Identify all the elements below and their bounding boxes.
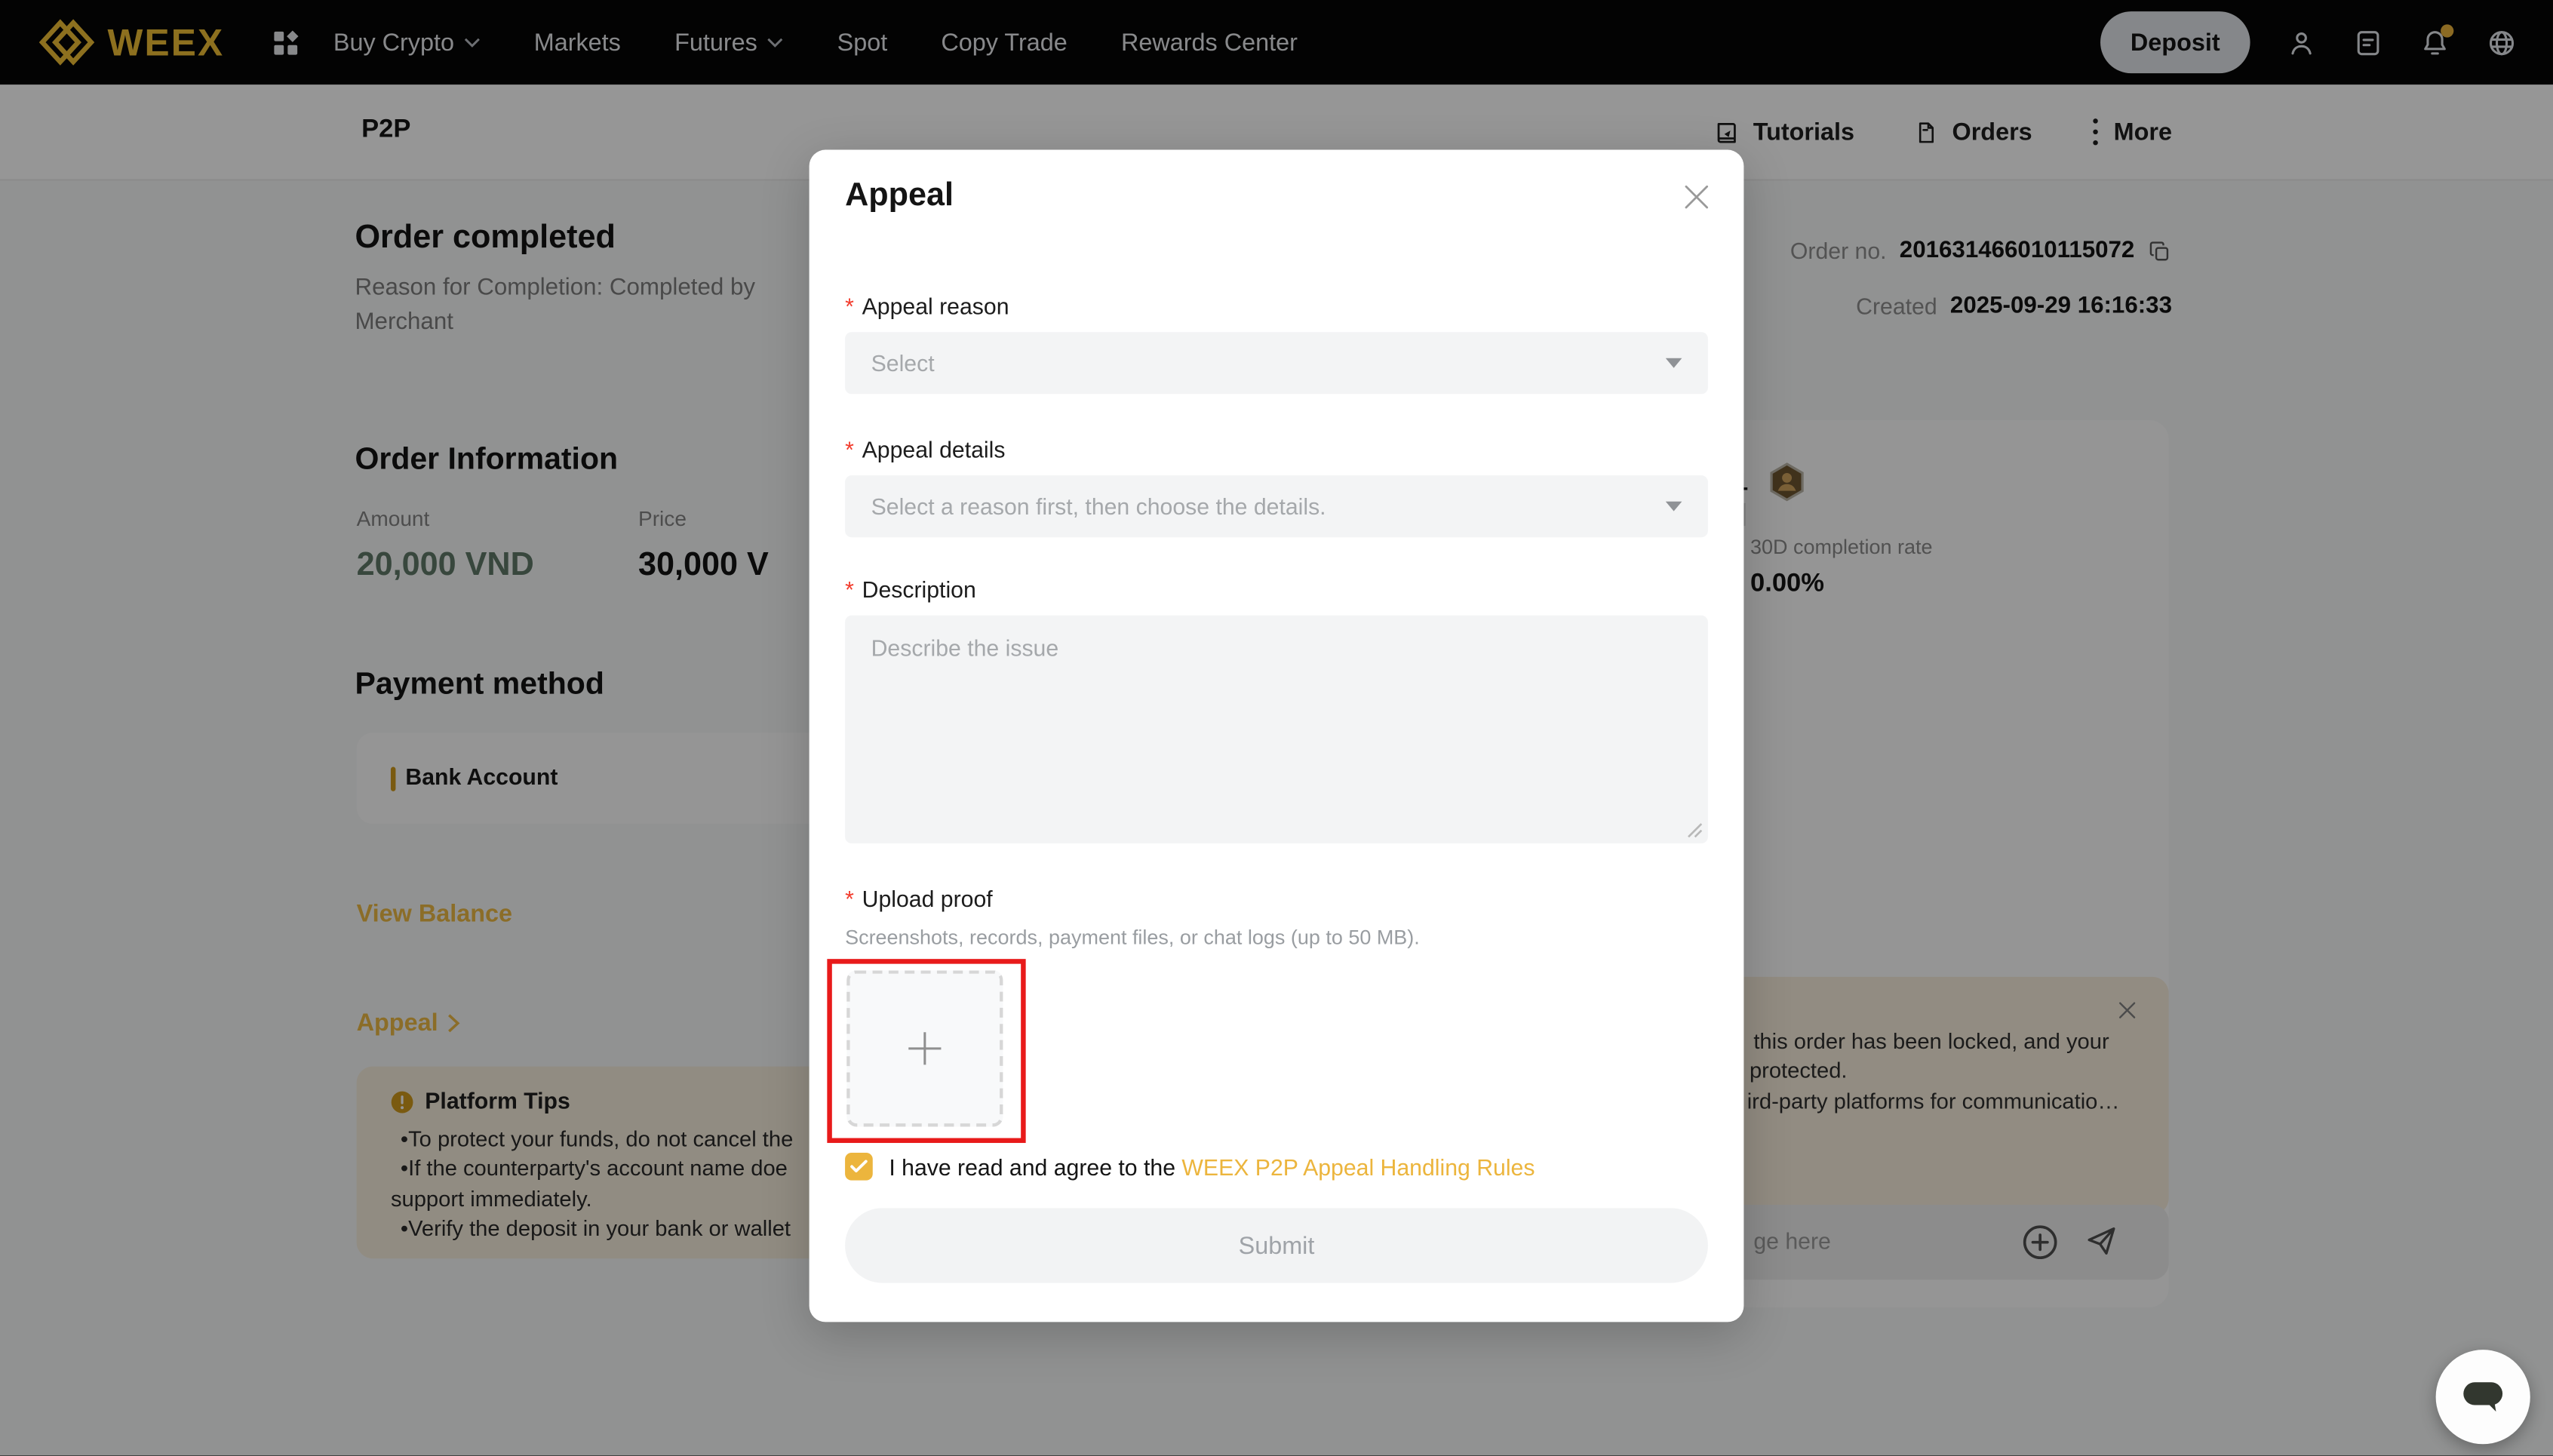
resize-handle-icon[interactable] [1687, 822, 1704, 839]
description-textarea[interactable]: Describe the issue [845, 616, 1708, 843]
appeal-details-placeholder: Select a reason first, then choose the d… [871, 493, 1326, 520]
agreement-text: I have read and agree to the [889, 1153, 1181, 1180]
appeal-reason-label: *Appeal reason [845, 293, 1009, 319]
modal-close-icon[interactable] [1679, 179, 1714, 214]
annotation-highlight-rect [827, 959, 1025, 1143]
appeal-modal: Appeal *Appeal reason Select *Appeal det… [810, 150, 1744, 1322]
agreement-checkbox[interactable] [845, 1153, 873, 1181]
appeal-reason-select[interactable]: Select [845, 332, 1708, 394]
page: WEEX Buy Crypto Markets Futures Spot Cop… [0, 0, 2553, 1455]
caret-down-icon [1666, 502, 1682, 511]
description-placeholder: Describe the issue [871, 635, 1059, 662]
check-icon [850, 1160, 868, 1174]
live-chat-button[interactable] [2436, 1350, 2530, 1444]
appeal-rules-link[interactable]: WEEX P2P Appeal Handling Rules [1181, 1153, 1535, 1180]
upload-hint: Screenshots, records, payment files, or … [845, 926, 1420, 949]
modal-title: Appeal [845, 177, 954, 215]
appeal-reason-placeholder: Select [871, 350, 935, 376]
agreement-row: I have read and agree to the WEEX P2P Ap… [845, 1153, 1535, 1181]
description-label: *Description [845, 576, 976, 603]
chat-bubble-icon [2459, 1376, 2508, 1418]
upload-proof-label: *Upload proof [845, 886, 993, 912]
submit-button[interactable]: Submit [845, 1208, 1708, 1282]
caret-down-icon [1666, 358, 1682, 368]
appeal-details-select[interactable]: Select a reason first, then choose the d… [845, 475, 1708, 537]
appeal-details-label: *Appeal details [845, 436, 1005, 462]
